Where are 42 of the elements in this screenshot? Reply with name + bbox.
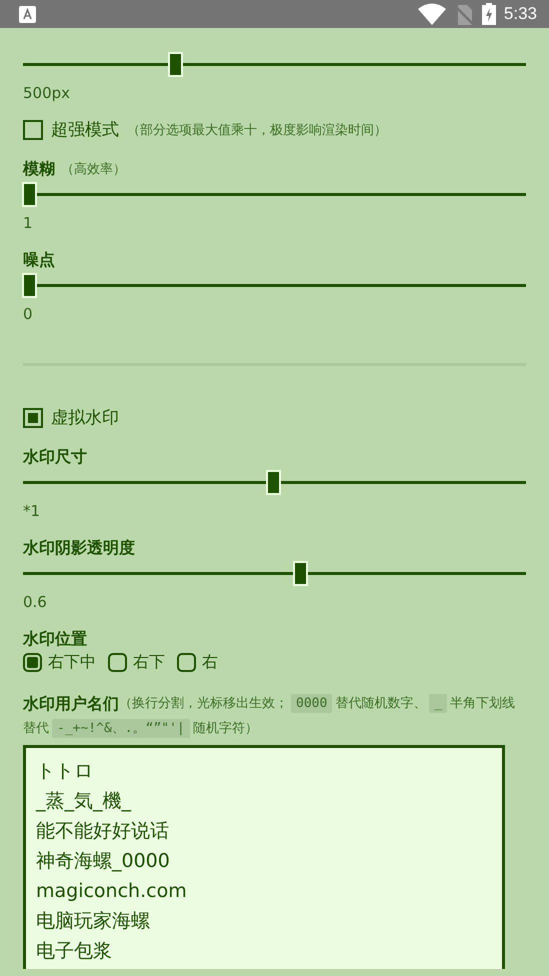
slider-value: *1 — [23, 502, 42, 520]
radio-option[interactable]: 右下 — [108, 652, 165, 673]
slider[interactable] — [23, 470, 526, 496]
slider-thumb[interactable] — [22, 182, 37, 207]
text-line: 电脑玩家海螺 — [36, 909, 150, 934]
checkbox[interactable] — [23, 408, 43, 428]
setting-label: 模糊 — [23, 159, 55, 179]
checkbox-label: 虚拟水印 — [51, 407, 119, 429]
app-notification-icon — [19, 6, 36, 22]
setting-label: 水印用户名们 — [23, 693, 119, 715]
slider[interactable] — [23, 182, 526, 208]
setting-hint: （部分选项最大值乘十，极度影响渲染时间） — [127, 122, 387, 138]
text-line: magiconch.com — [36, 879, 187, 904]
clock-time: 5:33 — [504, 4, 537, 24]
slider[interactable] — [23, 52, 526, 78]
text-line: 电子包浆 — [36, 939, 112, 964]
slider-thumb[interactable] — [266, 470, 281, 495]
setting-hint: （高效率） — [61, 161, 126, 178]
wifi-icon — [418, 3, 446, 25]
text-line: _蒸_気_機_ — [36, 789, 131, 814]
slider-thumb[interactable] — [292, 561, 308, 586]
slider-thumb[interactable] — [22, 273, 37, 298]
slider[interactable] — [23, 561, 526, 587]
setting-label: 噪点 — [23, 250, 55, 270]
slider[interactable] — [23, 273, 526, 299]
text-line: 神奇海螺_0000 — [36, 849, 170, 874]
text-line: 能不能好好说话 — [36, 819, 169, 844]
text-line: トトロ — [36, 759, 93, 784]
slider-value: 0.6 — [23, 593, 48, 611]
setting-label: 水印位置 — [23, 629, 88, 649]
radio-option[interactable]: 右 — [177, 652, 218, 673]
slider-value: 1 — [23, 214, 34, 232]
setting-label: 水印尺寸 — [23, 447, 87, 467]
text-area[interactable]: トトロ _蒸_気_機_ 能不能好好说话 神奇海螺_0000 magiconch.com 电脑玩家海螺 电子包浆 — [23, 745, 505, 969]
slider-value: 0 — [23, 305, 34, 323]
radio-option[interactable]: 右下中 — [23, 652, 96, 673]
battery-charging-icon — [482, 3, 496, 25]
slider-value: 500px — [23, 84, 72, 102]
slider-thumb[interactable] — [168, 52, 184, 77]
setting-label: 水印阴影透明度 — [23, 538, 135, 558]
checkbox-label: 超强模式 — [51, 119, 119, 141]
checkbox[interactable] — [23, 120, 43, 140]
